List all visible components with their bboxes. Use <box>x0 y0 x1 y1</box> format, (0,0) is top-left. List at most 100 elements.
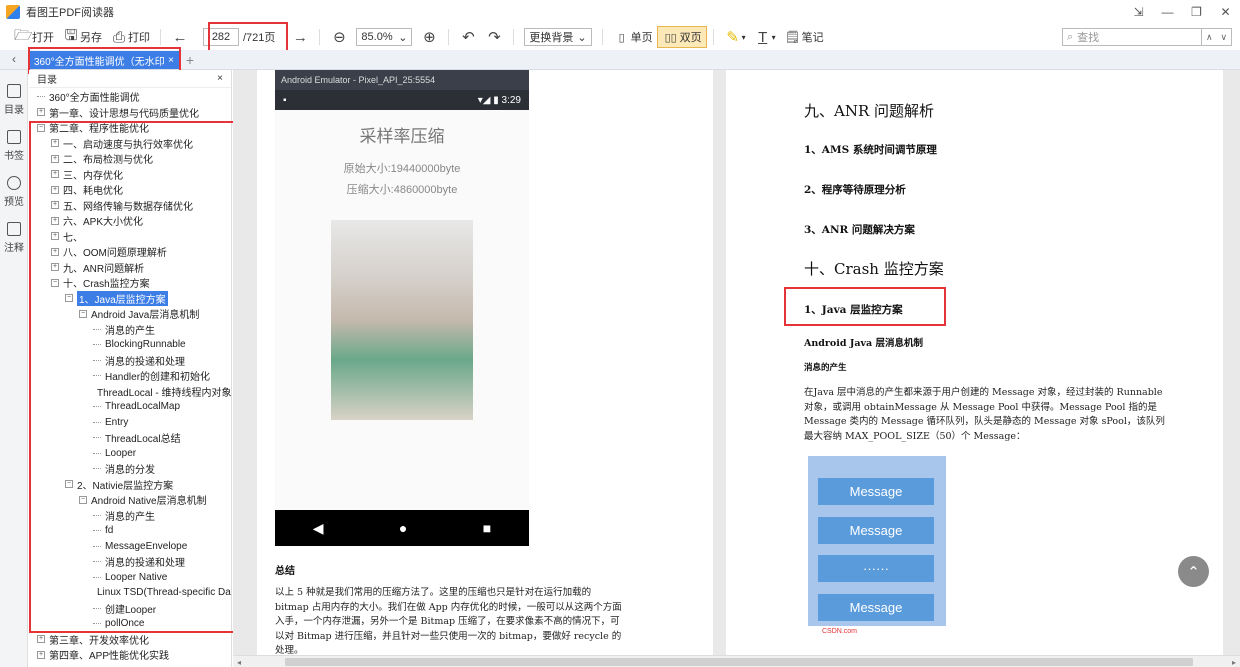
collapse-icon[interactable]: − <box>65 480 73 489</box>
horizontal-scrollbar[interactable]: ◂ ▸ <box>233 655 1240 667</box>
outline-item[interactable]: ThreadLocal总结 <box>29 430 231 446</box>
background-select[interactable]: 更换背景 ⌄ <box>520 26 595 48</box>
outline-item[interactable]: + 五、网络传输与数据存储优化 <box>29 198 231 214</box>
single-page-toggle[interactable]: ▯ 单页 <box>609 26 657 48</box>
scroll-left-icon[interactable]: ◂ <box>233 656 245 667</box>
scrollbar-thumb[interactable] <box>285 658 1193 666</box>
expand-icon[interactable]: + <box>37 108 45 117</box>
tab-scroll-left-icon[interactable]: ‹ <box>0 49 28 69</box>
notes-button[interactable]: 🗒 笔记 <box>780 26 828 48</box>
add-tab-button[interactable]: + <box>180 51 200 69</box>
document-tab[interactable]: 360°全方面性能调优（无水印） × <box>28 51 180 69</box>
highlighter-button[interactable]: ✎ ▾ <box>720 26 750 48</box>
close-tab-icon[interactable]: × <box>168 55 174 66</box>
outline-item[interactable]: pollOnce <box>29 616 231 632</box>
rotate-left-button[interactable]: ↶ <box>455 26 481 48</box>
next-page-button[interactable]: → <box>287 26 313 48</box>
minimize-button[interactable]: — <box>1153 0 1182 24</box>
print-button[interactable]: ⎙ 打印 <box>106 26 154 48</box>
zoom-out-button[interactable]: ⊖ <box>326 26 352 48</box>
search-next-icon[interactable]: ∨ <box>1220 32 1227 43</box>
outline-item[interactable]: + 二、布局检测与优化 <box>29 151 231 167</box>
expand-icon[interactable]: + <box>51 232 59 241</box>
expand-icon[interactable]: + <box>51 170 59 179</box>
collapse-icon[interactable]: − <box>79 495 87 504</box>
outline-item[interactable]: 消息的产生 <box>29 322 231 338</box>
outline-item[interactable]: 消息的分发 <box>29 461 231 477</box>
collapse-icon[interactable]: − <box>37 123 45 132</box>
outline-item[interactable]: − 第二章、程序性能优化 <box>29 120 231 136</box>
search-input[interactable]: ⌕ 查找 <box>1062 28 1202 46</box>
outline-item[interactable]: BlockingRunnable <box>29 337 231 353</box>
outline-item-label: 第三章、开发效率优化 <box>49 635 149 647</box>
prev-page-button[interactable]: ← <box>167 26 193 48</box>
expand-icon[interactable]: + <box>51 263 59 272</box>
double-page-toggle[interactable]: ▯▯ 双页 <box>656 26 707 48</box>
outline-item[interactable]: −1、Java层监控方案 <box>29 290 231 307</box>
left-rail: 目录 书签 预览 注释 <box>0 70 28 667</box>
outline-item[interactable]: ThreadLocal - 维持线程内对象 <box>29 384 231 400</box>
outline-item[interactable]: MessageEnvelope <box>29 539 231 555</box>
save-as-button[interactable]: 🖫 另存 <box>58 26 106 48</box>
text-tool-button[interactable]: T ▾ <box>750 26 780 48</box>
outline-item[interactable]: −2、Nativie层监控方案 <box>29 477 231 493</box>
outline-item[interactable]: 消息的投递和处理 <box>29 353 231 369</box>
expand-icon[interactable]: + <box>51 139 59 148</box>
outline-item[interactable]: + 第三章、开发效率优化 <box>29 632 231 648</box>
rotate-right-button[interactable]: ↷ <box>481 26 507 48</box>
outline-item[interactable]: 消息的投递和处理 <box>29 554 231 570</box>
outline-item[interactable]: 消息的产生 <box>29 508 231 524</box>
print-label: 打印 <box>128 32 150 44</box>
outline-item[interactable]: Looper Native <box>29 570 231 586</box>
expand-icon[interactable]: + <box>51 201 59 210</box>
outline-item[interactable]: + 七、 <box>29 229 231 245</box>
search-prev-icon[interactable]: ∧ <box>1206 32 1213 43</box>
scroll-to-top-button[interactable]: ⌃ <box>1178 556 1209 587</box>
window-controls: ⇲ — ❐ ✕ <box>1124 0 1240 24</box>
outline-item[interactable]: ThreadLocalMap <box>29 399 231 415</box>
outline-item[interactable]: + 三、内存优化 <box>29 167 231 183</box>
rail-outline[interactable]: 目录 <box>0 84 28 116</box>
rail-preview[interactable]: 预览 <box>0 176 28 208</box>
tree-connector <box>93 437 101 439</box>
zoom-select[interactable]: 85.0% ⌄ <box>352 26 416 48</box>
outline-item[interactable]: 360°全方面性能调优 <box>29 89 231 105</box>
outline-item[interactable]: 创建Looper <box>29 601 231 617</box>
collapse-icon[interactable]: − <box>79 309 87 318</box>
collapse-icon[interactable]: − <box>51 278 59 287</box>
window-extra-button[interactable]: ⇲ <box>1124 0 1153 24</box>
expand-icon[interactable]: + <box>37 635 45 644</box>
outline-item[interactable]: + 一、启动速度与执行效率优化 <box>29 136 231 152</box>
expand-icon[interactable]: + <box>51 185 59 194</box>
zoom-in-button[interactable]: ⊕ <box>416 26 442 48</box>
outline-item[interactable]: + 六、APK大小优化 <box>29 213 231 229</box>
outline-item[interactable]: − Android Java层消息机制 <box>29 306 231 322</box>
outline-item[interactable]: Linux TSD(Thread-specific Data <box>29 585 231 601</box>
collapse-icon[interactable]: − <box>65 294 73 303</box>
open-button[interactable]: 🗁 打开 <box>10 26 58 48</box>
outline-item[interactable]: Entry <box>29 415 231 431</box>
outline-item[interactable]: fd <box>29 523 231 539</box>
outline-item[interactable]: Looper <box>29 446 231 462</box>
scroll-right-icon[interactable]: ▸ <box>1228 656 1240 667</box>
restore-button[interactable]: ❐ <box>1182 0 1211 24</box>
close-outline-icon[interactable]: × <box>217 73 223 84</box>
outline-item[interactable]: + 八、OOM问题原理解析 <box>29 244 231 260</box>
page-number-input[interactable]: 282 <box>203 28 239 46</box>
outline-item[interactable]: − Android Native层消息机制 <box>29 492 231 508</box>
outline-item[interactable]: Handler的创建和初始化 <box>29 368 231 384</box>
outline-item[interactable]: + 第四章、APP性能优化实践 <box>29 647 231 663</box>
expand-icon[interactable]: + <box>51 154 59 163</box>
outline-item[interactable]: + 四、耗电优化 <box>29 182 231 198</box>
search-icon: ⌕ <box>1067 30 1074 43</box>
expand-icon[interactable]: + <box>51 216 59 225</box>
expand-icon[interactable]: + <box>51 247 59 256</box>
home-icon: ● <box>398 520 408 536</box>
close-window-button[interactable]: ✕ <box>1211 0 1240 24</box>
rail-annotation[interactable]: 注释 <box>0 222 28 254</box>
rail-bookmark[interactable]: 书签 <box>0 130 28 162</box>
expand-icon[interactable]: + <box>37 650 45 659</box>
outline-item[interactable]: + 九、ANR问题解析 <box>29 260 231 276</box>
outline-item[interactable]: + 第一章、设计思想与代码质量优化 <box>29 105 231 121</box>
outline-item[interactable]: − 十、Crash监控方案 <box>29 275 231 291</box>
